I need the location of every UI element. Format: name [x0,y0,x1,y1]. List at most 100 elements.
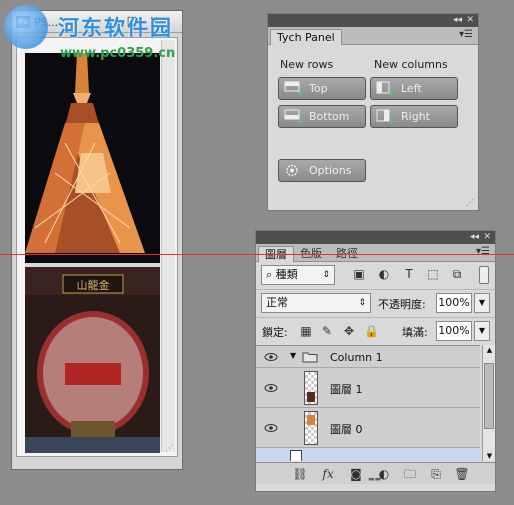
lock-transparent-icon[interactable]: ▦ [299,324,313,338]
panel-resize-grip[interactable]: ⋰ [466,198,474,207]
tab-tych-panel[interactable]: Tych Panel [270,29,342,45]
fill-input[interactable]: 100% [436,321,472,341]
column-left-label: Left [401,82,422,95]
add-mask-icon[interactable]: ◙ [348,466,364,482]
panel-header-bar[interactable]: ◂◂ ✕ [256,231,495,244]
panel-menu-icon[interactable]: ▾☰ [459,29,473,40]
shape-filter-icon[interactable]: ⬚ [426,267,440,281]
chevron-down-icon: ⇕ [322,270,330,280]
new-columns-label: New columns [374,58,448,71]
document-vertical-scrollbar[interactable] [161,40,175,452]
watermark: 河东软件园 www.pc0359.cn [0,0,210,70]
svg-text:+: + [297,89,302,96]
filter-type-select[interactable]: ⌕ 種類 ⇕ [261,265,335,285]
row-bottom-label: Bottom [309,110,350,123]
column-left-icon: + [376,81,394,96]
opacity-dropdown-button[interactable]: ▼ [474,293,490,313]
lock-all-icon[interactable]: 🔒 [364,324,379,338]
opacity-label: 不透明度: [378,298,426,311]
adjustment-filter-icon[interactable]: ◐ [377,267,391,281]
watermark-title: 河东软件园 [58,15,173,40]
new-layer-icon[interactable]: ⎘ [428,466,444,482]
tych-tabbar: Tych Panel ▾☰ [268,27,478,45]
filter-type-value: 種類 [275,268,298,281]
panel-menu-icon[interactable]: ▾☰ [476,246,490,257]
row-top-label: Top [309,82,328,95]
svg-text:+: + [297,117,302,124]
layers-footer-toolbar: ⛓ fx ◙ ◐ 🗀 ⎘ 🗑 ▬▬ [256,462,495,484]
eye-icon[interactable] [264,383,278,393]
layer-name: Column 1 [330,351,383,364]
watermark-url: www.pc0359.cn [60,46,176,61]
layer-row[interactable]: 圖層 0 [256,408,480,448]
scroll-up-icon[interactable]: ▲ [483,346,496,354]
row-bottom-icon: + [284,109,302,124]
fill-label: 填滿: [402,326,428,339]
column-right-button[interactable]: + Right [370,105,458,128]
panel-header-bar[interactable]: ◂◂ ✕ [268,14,478,27]
blend-mode-select[interactable]: 正常 ⇕ [261,293,371,313]
blend-row: 正常 ⇕ 不透明度: 100% ▼ [256,289,495,315]
search-icon: ⌕ [266,268,276,281]
layer-row-selected[interactable] [256,448,480,461]
layers-tabbar: 圖層 色版 路徑 ▾☰ [256,244,495,262]
options-label: Options [309,164,352,177]
new-rows-label: New rows [280,58,334,71]
layer-name: 圖層 0 [330,423,363,436]
collapse-icon[interactable]: ◂◂ [470,231,479,244]
column-right-icon: + [376,109,394,124]
new-group-folder-icon[interactable]: 🗀 [402,466,418,482]
layer-list-scrollbar[interactable]: ▲ ▼ [482,345,495,461]
link-layers-icon[interactable]: ⛓ [292,466,308,482]
triptych-image: 山龍金 [25,53,160,453]
filter-row: ⌕ 種類 ⇕ ▣ ◐ T ⬚ ⧉ [256,262,495,288]
lock-position-move-icon[interactable]: ✥ [342,324,356,338]
svg-text:山龍金: 山龍金 [77,278,110,292]
close-panel-icon[interactable]: ✕ [466,14,474,27]
row-bottom-button[interactable]: + Bottom [278,105,366,128]
tych-panel: ◂◂ ✕ Tych Panel ▾☰ New rows New columns … [267,13,479,211]
blend-mode-value: 正常 [266,296,288,309]
column-right-label: Right [401,110,430,123]
fill-dropdown-button[interactable]: ▼ [474,321,490,341]
lock-label: 鎖定: [262,326,288,339]
layer-thumbnail [304,371,318,405]
column-left-button[interactable]: + Left [370,77,458,100]
layer-list: ▼ Column 1 圖層 1 圖層 0 [256,345,480,461]
resize-grip[interactable]: ⋰ [165,444,175,454]
chevron-updown-icon: ⇕ [358,298,366,308]
gear-icon [286,164,298,177]
smart-object-filter-icon[interactable]: ⧉ [450,267,464,281]
collapse-icon[interactable]: ◂◂ [453,14,462,27]
watermark-logo [4,5,48,49]
scroll-thumb[interactable] [484,363,494,429]
filter-toggle[interactable] [479,266,489,284]
trash-icon[interactable]: 🗑 [454,466,470,482]
opacity-input[interactable]: 100% [436,293,472,313]
layer-group-row[interactable]: ▼ Column 1 [256,346,480,368]
disclosure-triangle-icon[interactable]: ▼ [290,351,296,360]
close-panel-icon[interactable]: ✕ [483,231,491,244]
svg-text:+: + [388,89,394,96]
folder-icon [302,352,318,363]
lock-row: 鎖定: ▦ ✎ ✥ 🔒 填滿: 100% ▼ [256,317,495,343]
guide-line[interactable] [0,254,514,255]
layer-thumbnail [304,411,318,445]
canvas-image[interactable]: 山龍金 [25,53,160,453]
layer-name: 圖層 1 [330,383,363,396]
panel-resize-grip[interactable]: ▬▬ [368,475,381,483]
eye-icon[interactable] [264,352,278,362]
row-top-button[interactable]: + Top [278,77,366,100]
layer-thumbnail [290,450,302,461]
pixel-filter-icon[interactable]: ▣ [352,267,366,281]
scroll-down-icon[interactable]: ▼ [483,452,496,460]
fx-layer-style-icon[interactable]: fx [320,466,336,482]
type-filter-icon[interactable]: T [402,267,416,281]
options-button[interactable]: Options [278,159,366,182]
svg-text:+: + [388,117,394,124]
layers-panel: ◂◂ ✕ 圖層 色版 路徑 ▾☰ ⌕ 種類 ⇕ ▣ ◐ T ⬚ ⧉ 正常 ⇕ 不… [255,230,496,492]
lock-image-brush-icon[interactable]: ✎ [320,324,334,338]
layer-row[interactable]: 圖層 1 [256,368,480,408]
eye-icon[interactable] [264,423,278,433]
document-canvas-area[interactable]: 山龍金 ⋰ [16,37,178,457]
